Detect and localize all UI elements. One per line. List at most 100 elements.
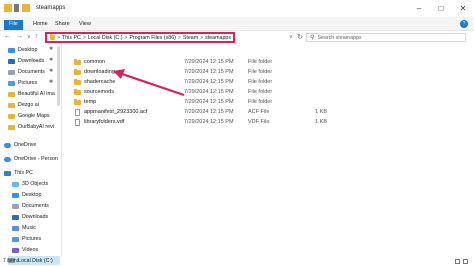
tab-share[interactable]: Share bbox=[50, 20, 75, 30]
close-icon: ✕ bbox=[459, 4, 467, 13]
tab-home[interactable]: Home bbox=[28, 20, 53, 30]
sidebar-item-label: 3D Objects bbox=[22, 181, 49, 187]
breadcrumb-separator: > bbox=[57, 34, 60, 41]
tab-file[interactable]: File bbox=[4, 20, 23, 30]
list-item[interactable]: sourcemods 7/29/2024 12:15 PM File folde… bbox=[62, 88, 466, 97]
file-date: 7/29/2024 12:15 PM bbox=[184, 79, 234, 85]
minimize-button[interactable]: – bbox=[408, 0, 430, 17]
file-name: libraryfolders.vdf bbox=[84, 119, 125, 125]
navigation-pane: Desktop ✱ Downloads ✱ Documents ✱ Pictur… bbox=[0, 43, 60, 257]
folder-icon bbox=[74, 99, 81, 105]
folder-icon bbox=[74, 59, 81, 65]
breadcrumb-separator: > bbox=[177, 34, 181, 41]
file-name: sourcemods bbox=[84, 89, 114, 95]
sidebar-item-dezgo-ai[interactable]: Dezgo ai bbox=[8, 100, 39, 110]
sidebar-item-google-maps[interactable]: Google Maps bbox=[8, 111, 50, 121]
sidebar-item-pictures-pinned[interactable]: Pictures bbox=[8, 78, 37, 88]
up-arrow-icon[interactable]: ↑ bbox=[35, 33, 39, 40]
sidebar-item-label: Beautiful AI ima bbox=[18, 91, 55, 97]
sidebar-item-label: Google Maps bbox=[18, 113, 50, 119]
sidebar-item-3d-objects[interactable]: 3D Objects bbox=[12, 179, 48, 189]
sidebar-item-ourbabyai[interactable]: OurBabyAI revi bbox=[8, 122, 54, 132]
list-item[interactable]: libraryfolders.vdf 7/29/2024 12:15 PM VD… bbox=[62, 118, 466, 127]
search-icon: ⚲ bbox=[310, 35, 315, 41]
sidebar-item-this-pc[interactable]: This PC bbox=[4, 168, 33, 178]
address-bar[interactable]: > This PC > Local Disk (C:) > Program Fi… bbox=[45, 32, 235, 43]
sidebar-item-label: OneDrive - Person bbox=[14, 156, 58, 162]
sidebar-item-label: Desktop bbox=[18, 47, 38, 53]
breadcrumb-program-files[interactable]: Program Files (x86) bbox=[129, 35, 176, 41]
cloud-icon bbox=[4, 142, 11, 148]
sidebar-item-music[interactable]: Music bbox=[12, 223, 36, 233]
folder-icon bbox=[74, 69, 81, 75]
breadcrumb-separator: > bbox=[82, 34, 86, 41]
sidebar-item-label: This PC bbox=[14, 170, 33, 176]
refresh-icon[interactable]: ↻ bbox=[297, 33, 303, 41]
breadcrumb-local-disk[interactable]: Local Disk (C:) bbox=[88, 35, 123, 41]
sidebar-scrollbar[interactable] bbox=[57, 46, 60, 106]
large-icons-view-icon[interactable] bbox=[463, 259, 468, 264]
folder-icon bbox=[74, 89, 81, 95]
file-icon bbox=[75, 119, 80, 126]
sidebar-item-documents[interactable]: Documents bbox=[12, 201, 49, 211]
back-arrow-icon[interactable]: ← bbox=[4, 33, 11, 40]
folder-icon bbox=[8, 91, 15, 97]
folder-app-icon bbox=[4, 4, 12, 12]
maximize-button[interactable]: □ bbox=[430, 0, 452, 17]
file-type: File folder bbox=[248, 59, 273, 65]
sidebar-item-videos[interactable]: Videos bbox=[12, 245, 38, 255]
pictures-icon bbox=[8, 80, 15, 86]
help-icon[interactable]: ? bbox=[460, 20, 468, 28]
sidebar-item-onedrive[interactable]: OneDrive bbox=[4, 140, 36, 150]
search-placeholder: Search steamapps bbox=[317, 34, 362, 41]
list-item[interactable]: appmanifest_2923300.acf 7/29/2024 12:15 … bbox=[62, 108, 466, 117]
sidebar-item-desktop-pinned[interactable]: Desktop bbox=[8, 45, 37, 55]
file-name: downloading bbox=[84, 69, 115, 75]
minimize-icon: – bbox=[416, 4, 422, 13]
ribbon: File Home Share View ? bbox=[0, 17, 474, 31]
recent-locations-icon[interactable]: ∨ bbox=[27, 34, 31, 40]
list-item[interactable]: shadercache 7/29/2024 12:15 PM File fold… bbox=[62, 78, 466, 87]
file-icon bbox=[75, 109, 80, 116]
sidebar-item-desktop[interactable]: Desktop bbox=[12, 190, 41, 200]
sidebar-item-onedrive-personal[interactable]: OneDrive - Person bbox=[4, 154, 58, 164]
breadcrumb-steam[interactable]: Steam bbox=[183, 35, 198, 41]
folder-icon bbox=[8, 124, 15, 130]
tab-view[interactable]: View bbox=[74, 20, 96, 30]
folder-icon bbox=[74, 79, 81, 85]
sidebar-item-label: Downloads bbox=[22, 214, 49, 220]
sidebar-item-label: Pictures bbox=[22, 236, 42, 242]
file-date: 7/29/2024 12:15 PM bbox=[184, 89, 234, 95]
folder-icon bbox=[50, 34, 56, 40]
sidebar-item-beautiful-ai[interactable]: Beautiful AI ima bbox=[8, 89, 55, 99]
desktop-icon bbox=[8, 47, 15, 53]
file-type: ACF File bbox=[248, 109, 270, 115]
quick-access-toolbar-icon[interactable] bbox=[14, 4, 19, 12]
sidebar-item-documents-pinned[interactable]: Documents bbox=[8, 67, 45, 77]
cube-icon bbox=[12, 181, 19, 187]
sidebar-item-label: Videos bbox=[22, 247, 39, 253]
new-folder-icon[interactable] bbox=[22, 4, 30, 12]
sidebar-item-downloads[interactable]: Downloads bbox=[12, 212, 48, 222]
file-type: VDF File bbox=[248, 119, 270, 125]
breadcrumb-steamapps[interactable]: steamapps bbox=[205, 35, 231, 41]
breadcrumb-separator: > bbox=[200, 34, 204, 41]
details-view-icon[interactable] bbox=[455, 259, 460, 264]
sidebar-item-label: Documents bbox=[18, 69, 45, 75]
close-button[interactable]: ✕ bbox=[452, 0, 474, 17]
list-item[interactable]: temp 7/29/2024 12:15 PM File folder bbox=[62, 98, 466, 107]
view-toggle bbox=[455, 259, 468, 264]
address-dropdown-icon[interactable]: ∨ bbox=[289, 34, 293, 40]
breadcrumb-separator: > bbox=[124, 34, 128, 41]
file-size: 1 KB bbox=[315, 119, 327, 125]
search-input[interactable]: ⚲ Search steamapps bbox=[306, 33, 466, 42]
sidebar-item-downloads-pinned[interactable]: Downloads bbox=[8, 56, 44, 66]
list-item[interactable]: common 7/29/2024 12:15 PM File folder bbox=[62, 58, 466, 67]
list-item[interactable]: downloading 7/29/2024 12:15 PM File fold… bbox=[62, 68, 466, 77]
breadcrumb-this-pc[interactable]: This PC bbox=[62, 35, 81, 41]
sidebar-item-pictures[interactable]: Pictures bbox=[12, 234, 41, 244]
computer-icon bbox=[4, 170, 11, 176]
forward-arrow-icon[interactable]: → bbox=[16, 33, 23, 40]
file-date: 7/29/2024 12:15 PM bbox=[184, 69, 234, 75]
sidebar-item-label: Dezgo ai bbox=[18, 102, 39, 108]
